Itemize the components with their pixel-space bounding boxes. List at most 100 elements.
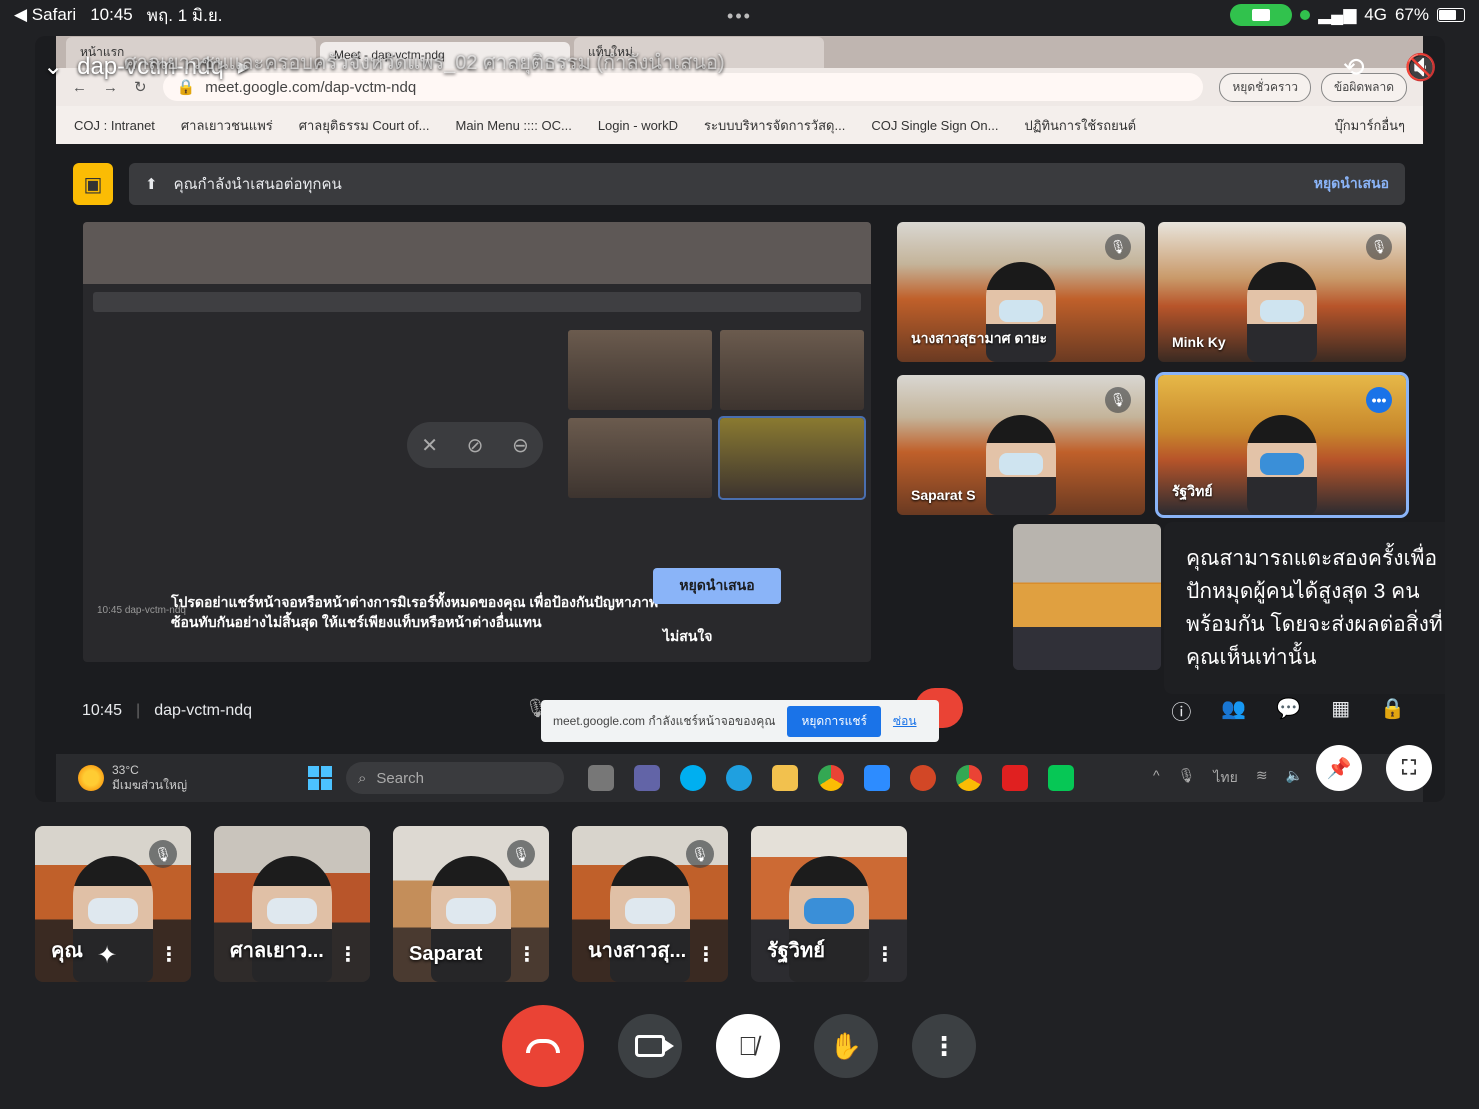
forward-arrow-icon: → xyxy=(103,78,118,96)
taskbar-search-text: Search xyxy=(376,769,424,787)
taskbar-apps xyxy=(588,765,1074,791)
weather-temp: 33°C xyxy=(112,763,139,777)
camera-in-use-indicator xyxy=(1230,4,1293,26)
system-tray: ^ 🎙 ไทย ≋ 🔈 xyxy=(1153,767,1303,789)
mirror-ignore-link[interactable]: ไม่สนใจ xyxy=(663,626,712,648)
participant-grid: 🎙 นางสาวสุธามาศ ดายะ 🎙 Mink Ky 🎙 Saparat… xyxy=(897,222,1409,518)
volume-icon: 🔈 xyxy=(1285,767,1303,783)
bookmarks-bar: COJ : Intranet ศาลเยาวชนแพร่ ศาลยุติธรรม… xyxy=(56,106,1423,144)
participant-tile[interactable]: 🎙 นางสาวสุธามาศ ดายะ xyxy=(897,222,1145,362)
participant-tile-self[interactable]: 🎙 คุณ ✦ ⋮ xyxy=(35,826,191,982)
participant-tile-active-speaker[interactable]: ••• รัฐวิทย์ xyxy=(1155,372,1409,518)
screen-share-notice: meet.google.com กำลังแชร์หน้าจอของคุณ หย… xyxy=(541,700,939,742)
profile-pause-pill: หยุดชั่วคราว xyxy=(1219,72,1311,102)
network-type: 4G xyxy=(1364,5,1387,24)
chat-icon: 💬 xyxy=(1276,698,1302,720)
mic-off-icon: 🎙̸ xyxy=(738,1030,758,1061)
chrome-alt-icon xyxy=(956,765,982,791)
participant-tile[interactable]: 🎙 Saparat ⋮ xyxy=(393,826,549,982)
participant-name: นางสาวสุ... xyxy=(588,940,687,962)
hide-notice-link[interactable]: ซ่อน xyxy=(893,712,917,731)
more-vert-icon: ⋮ xyxy=(931,1031,957,1061)
participant-name: นางสาวสุธามาศ ดายะ xyxy=(911,330,1048,346)
more-dots-icon[interactable]: ••• xyxy=(1366,387,1392,413)
more-vert-icon[interactable]: ⋮ xyxy=(875,944,895,966)
mirrored-screen: ✕ ⊘ ⊖ 10:45 dap-vctm-ndq โปรดอย่าแชร์หน้… xyxy=(83,222,871,662)
participant-tile[interactable]: รัฐวิทย์ ⋮ xyxy=(751,826,907,982)
mic-off-icon: 🎙 xyxy=(1105,234,1131,260)
bookmark-item: COJ Single Sign On... xyxy=(871,117,999,133)
ghost-window-title: ศาลเยาวชนและครอบครัวจังหวัดแพร่_02 ศาลยุ… xyxy=(123,51,725,74)
participant-name: รัฐวิทย์ xyxy=(1172,483,1213,499)
windows-taskbar: 33°C มีเมฆส่วนใหญ่ ⌕ Search ^ 🎙 ไทย ≋ 🔈 xyxy=(56,754,1423,802)
mic-dot-indicator xyxy=(1300,10,1311,20)
more-vert-icon[interactable]: ⋮ xyxy=(696,944,716,966)
speaker-mute-icon[interactable]: 🔇 xyxy=(1405,52,1437,83)
more-vert-icon[interactable]: ⋮ xyxy=(517,944,537,966)
fullscreen-button[interactable]: ⛶ xyxy=(1386,745,1432,791)
tray-language: ไทย xyxy=(1213,769,1238,785)
participant-name: คุณ xyxy=(51,940,83,962)
mute-icon: ⊘ xyxy=(466,434,484,457)
effects-sparkle-icon[interactable]: ✦ xyxy=(97,941,117,970)
mirrored-tile xyxy=(568,418,712,498)
mic-off-icon: 🎙 xyxy=(1366,234,1392,260)
video-camera-icon xyxy=(635,1035,674,1057)
unpin-icon: 📌 xyxy=(1326,757,1352,780)
skype-icon xyxy=(680,765,706,791)
bookmark-item: COJ : Intranet xyxy=(74,117,155,133)
mirrored-controls: ✕ ⊘ ⊖ xyxy=(407,422,543,468)
tray-mic-icon: 🎙 xyxy=(1177,767,1196,783)
multitask-dots[interactable]: ••• xyxy=(727,6,752,27)
mirrored-tile xyxy=(720,330,864,410)
end-call-button[interactable] xyxy=(502,1005,584,1087)
stop-presenting-link[interactable]: หยุดนำเสนอ xyxy=(1314,173,1389,195)
teams-icon xyxy=(634,765,660,791)
bookmark-item: บุ๊กมาร์กอื่นๆ xyxy=(1334,117,1405,133)
camera-icon xyxy=(1252,9,1271,21)
explorer-icon xyxy=(772,765,798,791)
mic-off-icon: 🎙 xyxy=(1105,387,1131,413)
mic-toggle-button[interactable]: 🎙̸ xyxy=(716,1014,780,1078)
fullscreen-icon: ⛶ xyxy=(1402,756,1416,779)
participant-name: Saparat S xyxy=(911,487,976,503)
floating-self-view[interactable] xyxy=(1013,524,1161,670)
bookmark-item: ศาลเยาวชนแพร่ xyxy=(180,117,273,133)
powerpoint-icon xyxy=(910,765,936,791)
mirrored-browser xyxy=(83,222,871,284)
windows-start-icon xyxy=(308,766,332,790)
shared-meet-time: 10:45 xyxy=(82,702,123,719)
wifi-icon: ≋ xyxy=(1255,767,1268,783)
remove-icon: ⊖ xyxy=(511,434,529,457)
more-vert-icon[interactable]: ⋮ xyxy=(338,944,358,966)
mirror-stop-presenting-button[interactable]: หยุดนำเสนอ xyxy=(653,568,781,604)
activities-icon: ▦ xyxy=(1331,698,1351,720)
participant-tile[interactable]: ศาลเยาว... ⋮ xyxy=(214,826,370,982)
bookmark-item: ระบบบริหารจัดการวัสดุ... xyxy=(704,117,846,133)
hand-icon: ✋ xyxy=(829,1030,863,1061)
back-to-safari[interactable]: ◀ Safari xyxy=(14,5,76,25)
participant-tile[interactable]: 🎙 Mink Ky xyxy=(1158,222,1406,362)
participant-tile[interactable]: 🎙 Saparat S xyxy=(897,375,1145,515)
camera-toggle-button[interactable] xyxy=(618,1014,682,1078)
presenting-text: คุณกำลังนำเสนอต่อทุกคน xyxy=(173,176,342,193)
people-icon: 👥 xyxy=(1221,698,1247,720)
search-icon: ⌕ xyxy=(358,769,367,787)
unpin-button[interactable]: 📌 xyxy=(1316,745,1362,791)
more-vert-icon[interactable]: ⋮ xyxy=(159,944,179,966)
pin-icon: ✕ xyxy=(421,434,439,457)
participant-tile[interactable]: 🎙 นางสาวสุ... ⋮ xyxy=(572,826,728,982)
mic-off-icon: 🎙 xyxy=(686,840,714,868)
switch-camera-icon[interactable]: ⟲ xyxy=(1343,52,1365,83)
stop-sharing-button[interactable]: หยุดการแชร์ xyxy=(787,705,881,737)
call-controls: 🎙̸ ✋ ⋮ xyxy=(502,1005,976,1087)
participant-strip: 🎙 คุณ ✦ ⋮ ศาลเยาว... ⋮ 🎙 Saparat ⋮ 🎙 นาง… xyxy=(35,826,907,982)
more-options-button[interactable]: ⋮ xyxy=(912,1014,976,1078)
collapse-chevron-icon[interactable]: ⌄ xyxy=(43,52,63,81)
raise-hand-button[interactable]: ✋ xyxy=(814,1014,878,1078)
host-controls-icon: 🔒 xyxy=(1380,698,1405,720)
ios-status-bar: ◀ Safari 10:45 พฤ. 1 มิ.ย. ••• ▂▄▆ 4G 67… xyxy=(0,0,1479,30)
presentation-stage[interactable]: หน้าแรก Meet - dap-vctm-ndq แท็บใหม่ ← →… xyxy=(35,36,1445,802)
participant-name: Mink Ky xyxy=(1172,334,1226,350)
mirror-warning-text: โปรดอย่าแชร์หน้าจอหรือหน้าต่างการมิเรอร์… xyxy=(171,594,659,630)
